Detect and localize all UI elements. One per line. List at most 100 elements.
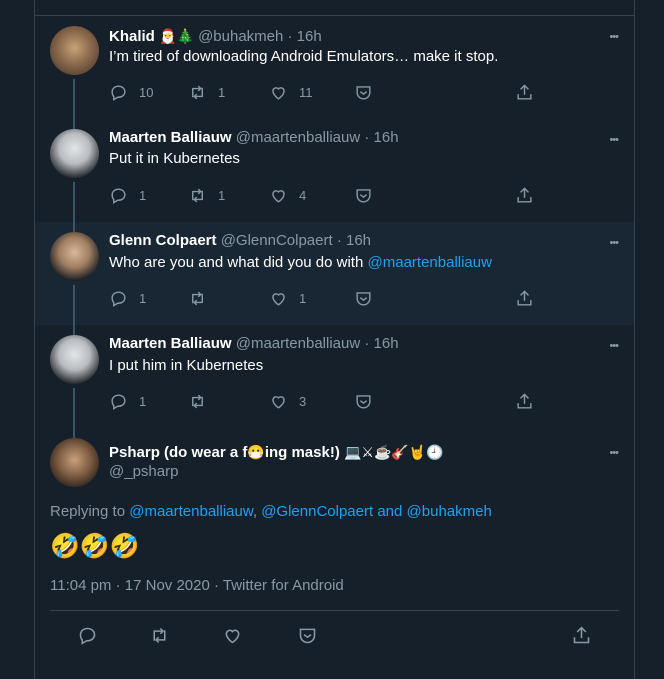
retweet-button[interactable]: 1 [188,186,225,205]
thread-line [73,388,75,428]
tweet-glenn[interactable]: Glenn Colpaert @GlennColpaert · 16h ••• … [35,222,634,325]
tweet-header: Khalid 🎅🎄 @buhakmeh · 16h [109,26,322,47]
share-button[interactable] [515,83,534,102]
tweet-timestamp[interactable]: 11:04 pm · 17 Nov 2020 · Twitter for And… [50,576,344,596]
share-icon [517,187,532,203]
replying-sep: , [252,503,258,520]
share-icon [517,393,532,409]
like-button[interactable]: 1 [269,289,306,308]
handle[interactable]: @maartenballiauw [236,129,360,146]
retweet-count: 1 [218,188,226,203]
mention-link-1[interactable]: @maartenballiauw [129,503,253,520]
share-button[interactable] [515,392,534,411]
thread-line-top [73,325,75,335]
timeline-column: Khalid 🎅🎄 @buhakmeh · 16h ••• I’m tired … [34,0,635,679]
like-button[interactable] [222,625,243,646]
retweet-button[interactable] [149,625,170,646]
reply-button[interactable]: 1 [109,186,146,205]
reply-icon [111,85,126,101]
like-button[interactable]: 11 [269,83,313,102]
more-options-button[interactable]: ••• [609,340,619,352]
avatar[interactable] [50,26,99,75]
retweet-button[interactable] [188,392,218,411]
mask-emoji: 😷 [247,444,265,460]
reply-button[interactable] [77,625,98,646]
save-button[interactable] [354,289,373,308]
reply-count: 1 [139,188,147,203]
display-name[interactable]: Khalid [109,28,155,45]
heart-icon [272,190,285,203]
retweet-button[interactable] [188,289,218,308]
retweet-button[interactable]: 1 [188,83,225,102]
save-button[interactable] [354,186,373,205]
avatar[interactable] [50,129,99,178]
tweet-khalid[interactable]: Khalid 🎅🎄 @buhakmeh · 16h ••• I’m tired … [35,16,634,119]
display-name[interactable]: Maarten Balliauw [109,335,232,352]
reply-button[interactable]: 1 [109,289,146,308]
thread-line-top [73,222,75,232]
reply-button[interactable]: 10 [109,83,153,102]
shield-check-icon [356,292,371,306]
reply-count: 1 [139,394,147,409]
retweet-icon [192,188,203,203]
timestamp[interactable]: · 16h [337,232,371,249]
handle[interactable]: @maartenballiauw [236,335,360,352]
like-count: 1 [299,291,307,306]
display-name[interactable]: Glenn Colpaert [109,232,217,249]
display-name[interactable]: Maarten Balliauw [109,129,232,146]
reply-icon [111,394,126,410]
like-button[interactable]: 3 [269,392,306,411]
display-name[interactable]: Psharp (do wear a f😷ing mask!) [109,444,340,461]
mention-link-3[interactable]: @buhakmeh [407,503,492,520]
thread-line [73,182,75,222]
replying-and: and [377,503,403,520]
save-button[interactable] [354,83,373,102]
handle[interactable]: @GlennColpaert [221,232,333,249]
focused-actions [77,625,634,645]
avatar[interactable] [50,232,99,281]
retweet-icon [192,394,203,409]
tweet-actions: 1 1 4 [109,186,634,206]
tweet-text: I’m tired of downloading Android Emulato… [109,48,499,65]
avatar[interactable] [50,438,99,487]
more-options-button[interactable]: ••• [609,134,619,146]
display-name-part1: Psharp (do wear a f [109,444,248,461]
save-button[interactable] [354,392,373,411]
heart-icon [272,87,285,100]
handle[interactable]: @_psharp [109,463,178,480]
divider [50,610,619,611]
tweet-header: Psharp (do wear a f😷ing mask!) 💻⚔☕🎸🤘🕘 [109,442,444,463]
share-button[interactable] [571,625,592,646]
shield-check-icon [299,628,316,644]
timestamp[interactable]: · 16h [364,129,398,146]
tweet-text: 🤣🤣🤣 [50,533,140,560]
timestamp[interactable]: · 16h [364,335,398,352]
share-button[interactable] [515,186,534,205]
share-button[interactable] [515,289,534,308]
retweet-icon [153,627,166,644]
tweet-maarten-1[interactable]: Maarten Balliauw @maartenballiauw · 16h … [35,119,634,222]
save-button[interactable] [297,625,318,646]
avatar[interactable] [50,335,99,384]
more-options-button[interactable]: ••• [609,31,619,43]
mention-link-2[interactable]: @GlennColpaert [261,503,373,520]
retweet-icon [192,291,203,306]
timestamp[interactable]: · 16h [288,28,322,45]
more-options-button[interactable]: ••• [609,447,619,459]
tweet-maarten-2[interactable]: Maarten Balliauw @maartenballiauw · 16h … [35,325,634,428]
replying-prefix: Replying to [50,503,126,520]
mention-link[interactable]: @maartenballiauw [368,254,492,271]
handle[interactable]: @buhakmeh [198,28,283,45]
reply-count: 1 [139,291,147,306]
tweet-header: Maarten Balliauw @maartenballiauw · 16h [109,128,399,148]
reply-icon [79,627,96,645]
tweet-text: Put it in Kubernetes [109,150,240,167]
like-count: 11 [299,85,313,100]
more-options-button[interactable]: ••• [609,237,619,249]
reply-button[interactable]: 1 [109,392,146,411]
shield-check-icon [356,86,371,100]
share-icon [573,626,590,644]
tweet-actions: 1 1 [109,289,634,309]
like-button[interactable]: 4 [269,186,306,205]
share-icon [517,84,532,100]
